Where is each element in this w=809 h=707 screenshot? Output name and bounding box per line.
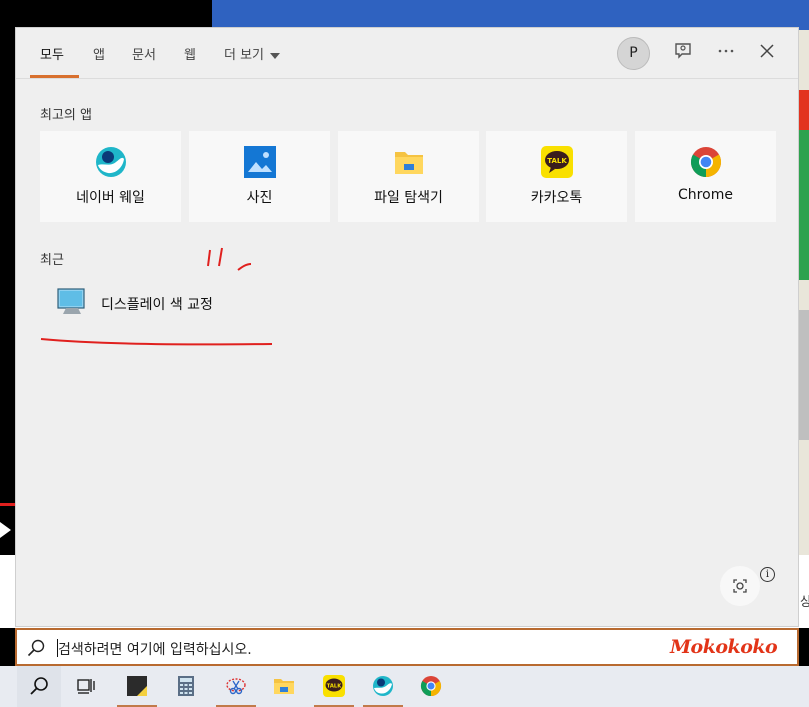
search-panel: 모두 앱 문서 웹 더 보기 P 최고의 앱 네이버 웨일 사진 파일 탐색기 …: [15, 27, 799, 627]
background-shape: [799, 90, 809, 130]
video-progress-bar: [0, 503, 16, 506]
taskbar: TALK: [0, 666, 809, 707]
play-icon[interactable]: [0, 522, 11, 538]
sticky-notes-icon: [127, 676, 147, 696]
search-icon: [27, 639, 45, 657]
watermark-logo: Mokokoko: [670, 636, 778, 658]
taskbar-calculator[interactable]: [164, 666, 208, 707]
info-icon[interactable]: i: [760, 567, 775, 582]
taskbar-snipping-tool[interactable]: [214, 666, 258, 707]
taskbar-sticky-notes[interactable]: [115, 666, 159, 707]
taskbar-file-explorer[interactable]: [262, 666, 306, 707]
search-placeholder: 검색하려면 여기에 입력하십시오.: [58, 642, 252, 658]
background-browser-bar: [212, 0, 809, 30]
background-text: 상: [800, 595, 809, 610]
taskbar-search-button[interactable]: [17, 666, 61, 707]
taskbar-kakaotalk[interactable]: TALK: [312, 666, 356, 707]
file-explorer-icon: [274, 679, 294, 694]
whale-icon: [373, 676, 393, 696]
snipping-tool-icon: [226, 678, 246, 695]
lens-icon: [733, 579, 747, 593]
taskbar-chrome[interactable]: [409, 666, 453, 707]
kakaotalk-icon: TALK: [323, 675, 345, 697]
task-view-icon: [77, 679, 95, 694]
visual-search-button[interactable]: [720, 566, 760, 606]
taskbar-task-view[interactable]: [65, 666, 109, 707]
taskbar-whale[interactable]: [361, 666, 405, 707]
calculator-icon: [178, 676, 194, 696]
chrome-icon: [420, 676, 442, 697]
annotation-marks: [40, 247, 273, 346]
search-input[interactable]: 검색하려면 여기에 입력하십시오. Mokokoko: [15, 628, 799, 666]
svg-text:TALK: TALK: [327, 683, 342, 689]
search-icon: [30, 677, 48, 695]
